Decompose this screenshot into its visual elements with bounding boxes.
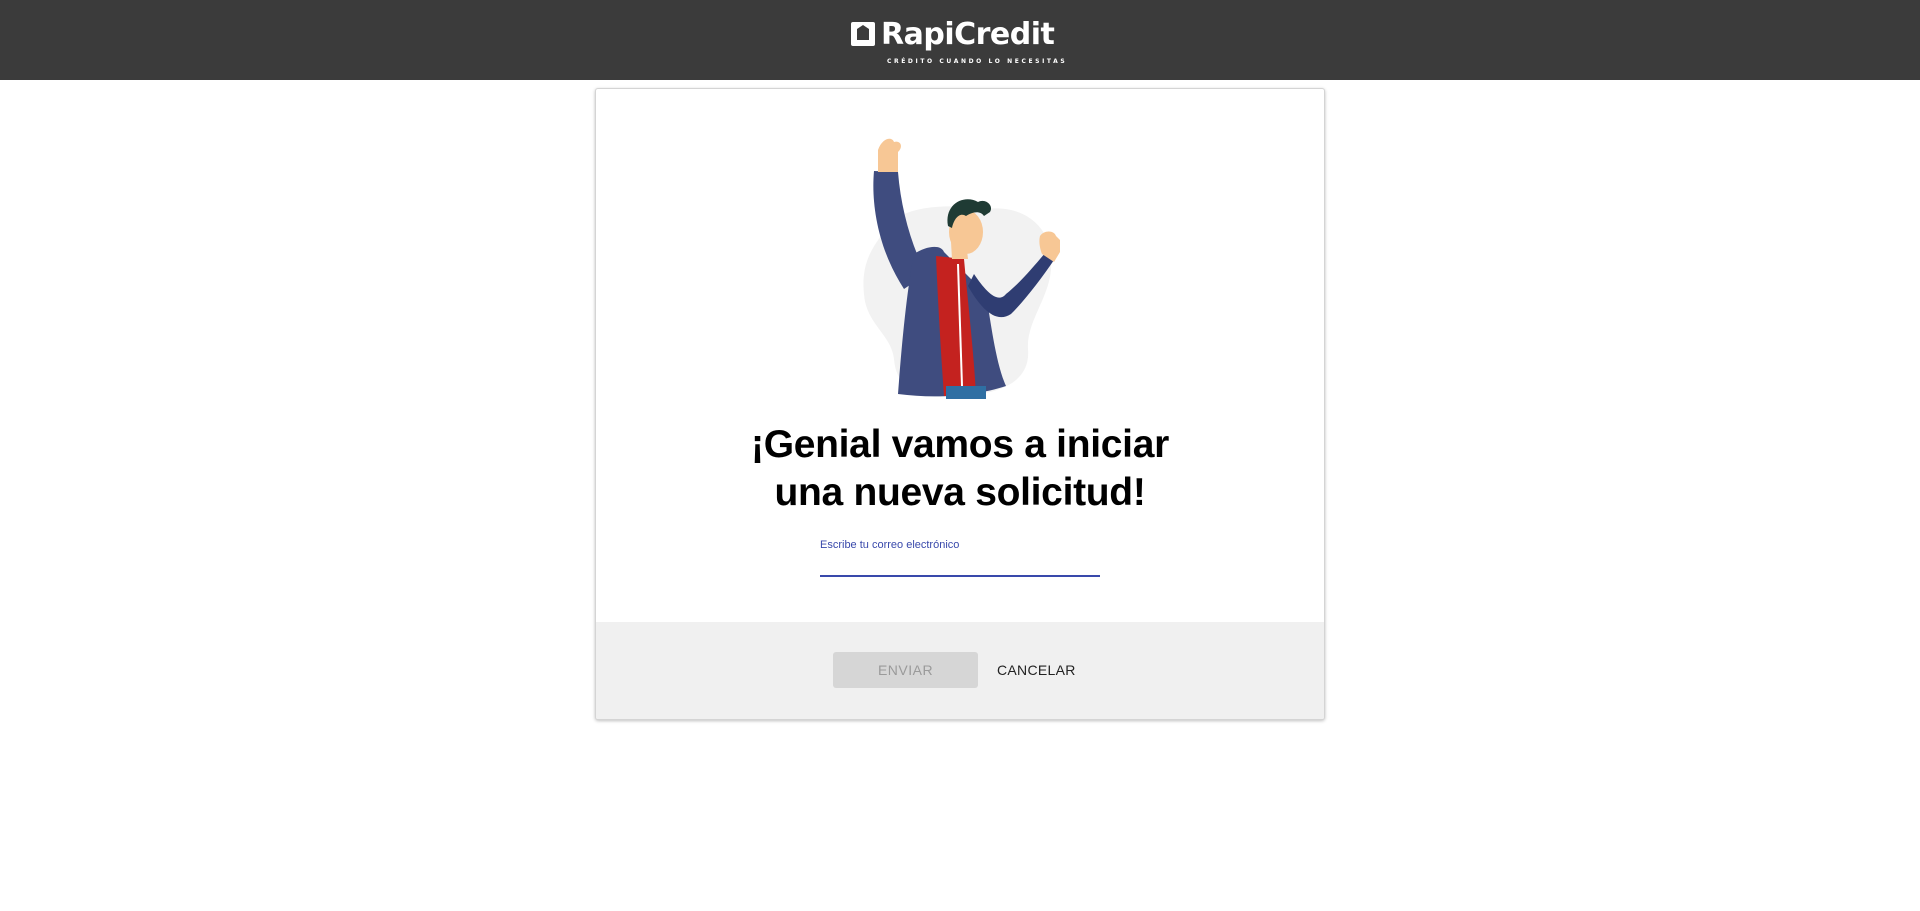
cancel-button[interactable]: CANCELAR <box>991 652 1081 688</box>
card-actions: ENVIAR CANCELAR <box>596 622 1324 719</box>
page-headline: ¡Genial vamos a iniciar una nueva solici… <box>596 421 1324 517</box>
email-field-label: Escribe tu correo electrónico <box>820 539 960 551</box>
celebrating-man-illustration <box>863 138 1060 399</box>
brand-name: RapiCredit <box>881 17 1055 52</box>
headline-line-2: una nueva solicitud! <box>774 471 1146 514</box>
brand-logo[interactable]: RapiCredit CRÉDITO CUANDO LO NECESITAS <box>851 17 1071 70</box>
headline-line-1: ¡Genial vamos a iniciar <box>751 423 1169 466</box>
brand-tagline: CRÉDITO CUANDO LO NECESITAS <box>887 58 1068 65</box>
email-input[interactable] <box>820 553 1100 577</box>
rapicredit-logo-icon <box>851 22 875 46</box>
email-field: Escribe tu correo electrónico <box>820 539 1100 579</box>
send-button[interactable]: ENVIAR <box>833 652 978 688</box>
top-bar: RapiCredit CRÉDITO CUANDO LO NECESITAS <box>0 0 1920 80</box>
new-application-card: ¡Genial vamos a iniciar una nueva solici… <box>595 88 1325 720</box>
